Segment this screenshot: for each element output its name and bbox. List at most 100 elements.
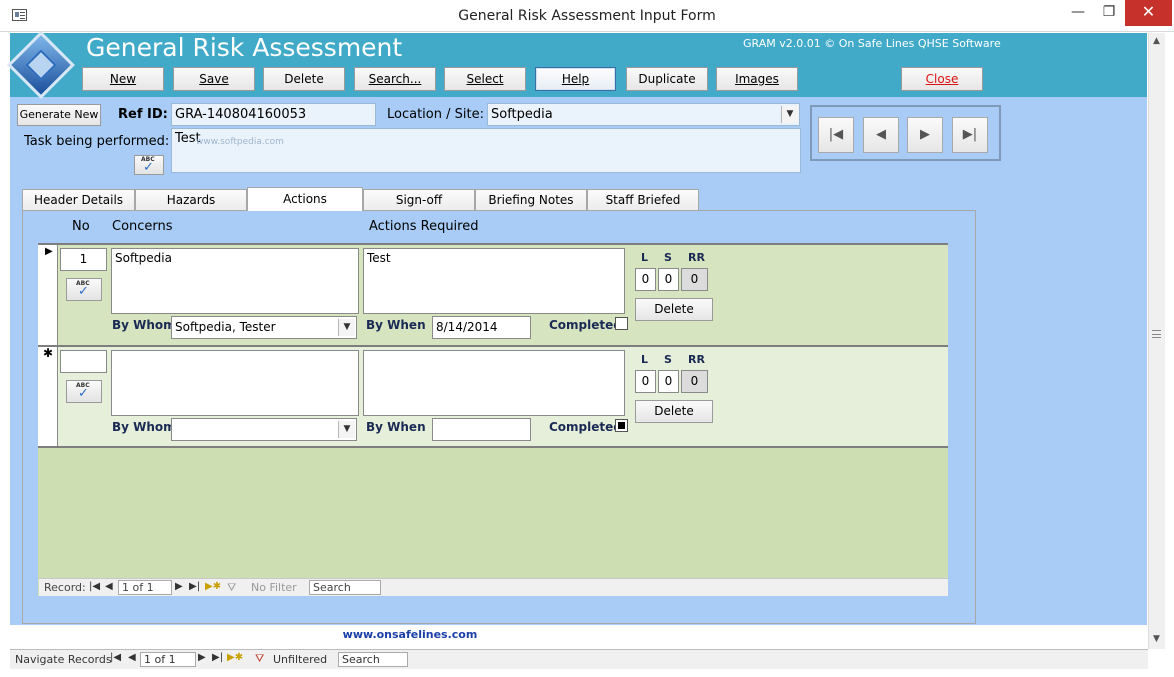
row-number-field[interactable]: 1 <box>60 248 107 271</box>
duplicate-button[interactable]: Duplicate <box>626 67 708 91</box>
filter-status[interactable]: Unfiltered <box>273 653 327 666</box>
search-button[interactable]: Search... <box>354 67 436 91</box>
checkmark-icon: ✓ <box>143 160 154 175</box>
tab-briefing-notes[interactable]: Briefing Notes <box>475 189 587 210</box>
main-search-input[interactable]: Search <box>338 652 408 667</box>
last-record-icon[interactable]: ▶| <box>212 652 223 663</box>
location-label: Location / Site: <box>387 107 484 122</box>
chevron-down-icon[interactable]: ▼ <box>338 421 355 438</box>
risk-rating-label: RR <box>688 353 705 366</box>
previous-record-icon[interactable]: ◀ <box>105 581 113 592</box>
spellcheck-row-button[interactable]: ABC ✓ <box>66 278 102 301</box>
next-record-icon[interactable]: ▶ <box>175 581 183 592</box>
select-button[interactable]: Select <box>444 67 526 91</box>
images-button[interactable]: Images <box>716 67 798 91</box>
spellcheck-task-button[interactable]: ABC ✓ <box>134 155 164 175</box>
delete-row-button[interactable]: Delete <box>635 400 713 423</box>
generate-new-button[interactable]: Generate New <box>17 104 101 126</box>
filter-status[interactable]: No Filter <box>251 581 297 594</box>
chevron-down-icon[interactable]: ▼ <box>781 106 798 123</box>
chevron-down-icon[interactable]: ▼ <box>338 319 355 336</box>
likelihood-label: L <box>641 353 649 366</box>
concern-field[interactable]: Softpedia <box>111 248 359 314</box>
delete-row-button[interactable]: Delete <box>635 298 713 321</box>
version-label: GRAM v2.0.01 © On Safe Lines QHSE Softwa… <box>743 37 1001 50</box>
location-combo[interactable]: Softpedia ▼ <box>487 103 800 126</box>
app-title: General Risk Assessment <box>86 33 403 62</box>
by-whom-combo[interactable]: ▼ <box>171 418 357 441</box>
by-whom-combo[interactable]: Softpedia, Tester ▼ <box>171 316 357 339</box>
likelihood-field[interactable]: 0 <box>635 268 656 291</box>
tab-sign-off[interactable]: Sign-off <box>363 189 475 210</box>
new-record-icon[interactable]: ▶✱ <box>205 581 221 592</box>
first-record-button[interactable]: |◀ <box>818 117 854 153</box>
new-button[interactable]: New <box>82 67 164 91</box>
last-record-button[interactable]: ▶| <box>952 117 988 153</box>
close-form-button[interactable]: Close <box>901 67 983 91</box>
record-position-field[interactable]: 1 of 1 <box>140 652 196 667</box>
checkmark-icon: ✓ <box>78 386 89 401</box>
concern-field[interactable] <box>111 350 359 416</box>
risk-rating-field: 0 <box>681 370 708 393</box>
risk-rating-label: RR <box>688 251 705 264</box>
likelihood-field[interactable]: 0 <box>635 370 656 393</box>
close-form-button-label: Close <box>925 72 959 86</box>
ref-id-field[interactable]: GRA-140804160053 <box>171 103 376 126</box>
save-button[interactable]: Save <box>173 67 255 91</box>
softpedia-watermark: www.softpedia.com <box>196 137 284 147</box>
tab-hazards[interactable]: Hazards <box>135 189 247 210</box>
severity-field[interactable]: 0 <box>658 370 679 393</box>
minimize-button[interactable]: — <box>1063 0 1093 26</box>
subform-search-input[interactable]: Search <box>309 580 381 595</box>
filter-icon[interactable]: ⛛ <box>227 581 236 595</box>
by-whom-label: By Whom <box>112 420 176 434</box>
vertical-scrollbar[interactable] <box>1148 33 1165 649</box>
window-close-button[interactable]: ✕ <box>1125 0 1172 26</box>
new-record-asterisk-icon: ✱ <box>43 346 54 360</box>
new-record-selector[interactable]: ✱ <box>38 346 58 446</box>
severity-field[interactable]: 0 <box>658 268 679 291</box>
previous-record-icon[interactable]: ◀ <box>128 652 136 663</box>
tab-header-details[interactable]: Header Details <box>22 189 135 210</box>
tab-actions[interactable]: Actions <box>247 187 363 211</box>
save-button-label: Save <box>199 72 229 86</box>
completed-checkbox[interactable] <box>615 317 628 330</box>
record-selector[interactable]: ▶ <box>38 245 58 345</box>
filter-icon[interactable]: ⛛ <box>255 652 264 666</box>
by-when-field[interactable] <box>432 418 531 441</box>
location-value: Softpedia <box>491 107 553 122</box>
action-required-field[interactable]: Test <box>363 248 625 314</box>
completed-checkbox[interactable] <box>615 419 628 432</box>
search-button-label: Search... <box>368 72 422 86</box>
first-record-icon[interactable]: |◀ <box>89 581 100 592</box>
scroll-thumb-grip[interactable] <box>1152 330 1161 338</box>
previous-record-button[interactable]: ◀ <box>863 117 899 153</box>
website-link[interactable]: www.onsafelines.com <box>0 628 820 641</box>
last-record-icon[interactable]: ▶| <box>189 581 200 592</box>
next-record-button[interactable]: ▶ <box>907 117 943 153</box>
scroll-down-icon[interactable]: ▼ <box>1148 631 1165 648</box>
record-label: Record: <box>44 581 86 594</box>
severity-label: S <box>664 251 672 264</box>
restore-button[interactable]: ❐ <box>1094 0 1124 26</box>
row-number-field[interactable] <box>60 350 107 373</box>
delete-button[interactable]: Delete <box>263 67 345 91</box>
window-title-bar: General Risk Assessment Input Form — ❐ ✕ <box>0 0 1174 32</box>
new-button-label: New <box>109 72 137 86</box>
completed-label: Completed <box>549 318 622 332</box>
spellcheck-row-button[interactable]: ABC ✓ <box>66 380 102 403</box>
completed-label: Completed <box>549 420 622 434</box>
window-title: General Risk Assessment Input Form <box>458 8 716 24</box>
record-position-field[interactable]: 1 of 1 <box>118 580 172 595</box>
next-record-icon[interactable]: ▶ <box>198 652 206 663</box>
column-header-no: No <box>72 219 90 234</box>
task-field[interactable]: Test www.softpedia.com <box>171 128 801 173</box>
help-button[interactable]: Help <box>535 67 616 91</box>
new-record-icon[interactable]: ▶✱ <box>227 652 243 663</box>
first-record-icon[interactable]: |◀ <box>110 652 121 663</box>
scroll-up-icon[interactable]: ▲ <box>1148 33 1165 50</box>
risk-rating-field: 0 <box>681 268 708 291</box>
tab-staff-briefed[interactable]: Staff Briefed <box>587 189 699 210</box>
action-required-field[interactable] <box>363 350 625 416</box>
by-when-field[interactable]: 8/14/2014 <box>432 316 531 339</box>
